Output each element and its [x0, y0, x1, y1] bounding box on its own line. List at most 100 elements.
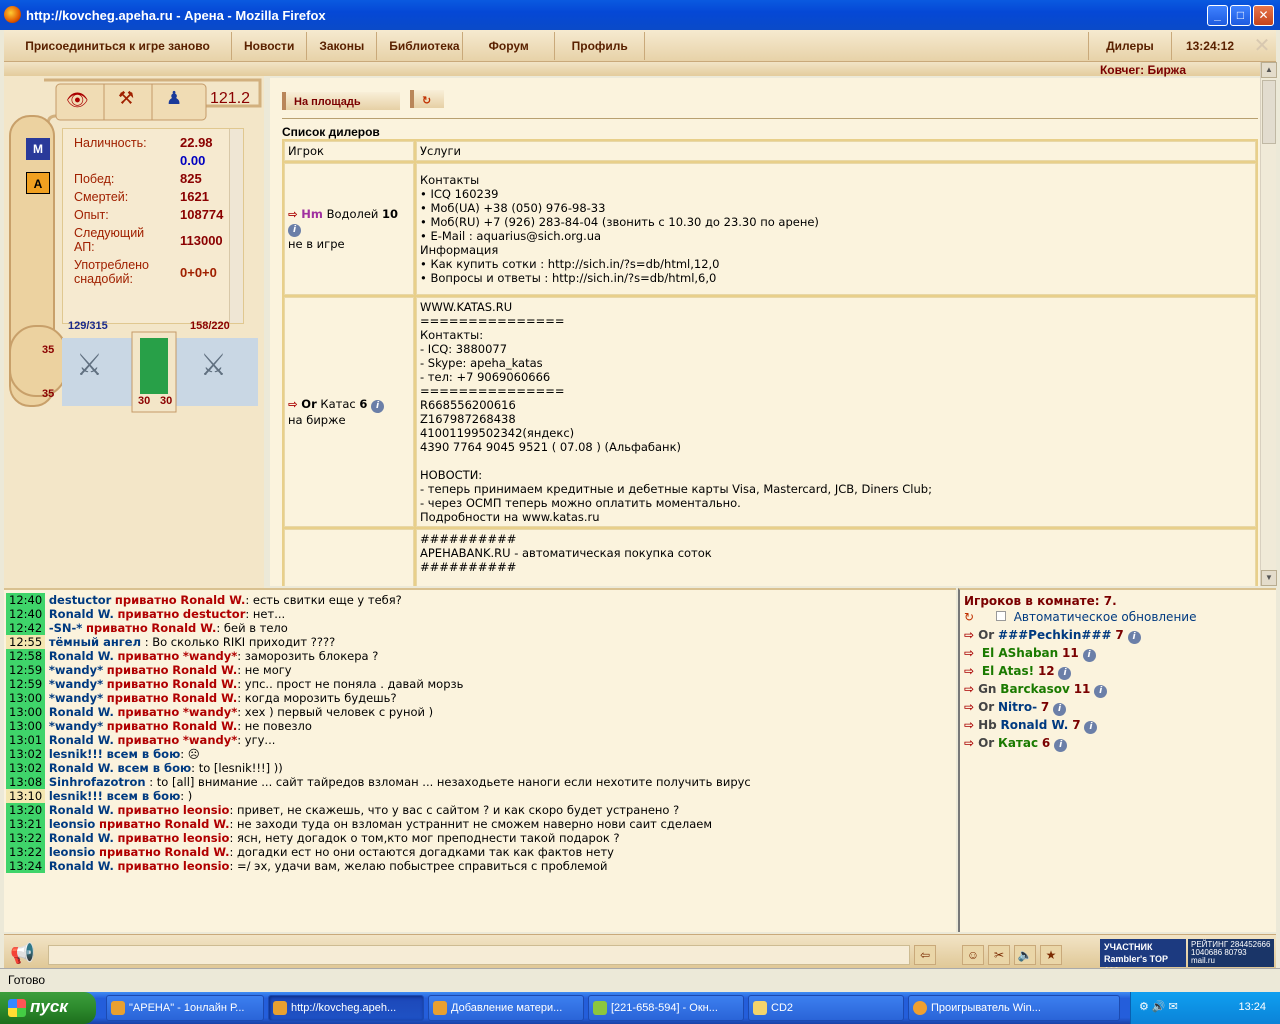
- chat-sender[interactable]: *wandy*: [49, 719, 103, 733]
- chat-sender[interactable]: Ronald W.: [49, 803, 114, 817]
- chat-input[interactable]: [48, 945, 910, 965]
- start-button[interactable]: пуск: [0, 992, 96, 1024]
- arrow-icon[interactable]: ⇨: [964, 628, 974, 642]
- chat-sender[interactable]: -SN-*: [49, 621, 82, 635]
- star-icon[interactable]: ★: [1040, 945, 1062, 965]
- chat-recipient[interactable]: всем в бою: [117, 761, 191, 775]
- task-icq[interactable]: [221-658-594] - Окн...: [588, 995, 744, 1021]
- scroll-up-icon[interactable]: ▲: [1261, 62, 1277, 78]
- task-add-material[interactable]: Добавление матери...: [428, 995, 584, 1021]
- chat-sender[interactable]: *wandy*: [49, 691, 103, 705]
- chat-recipient[interactable]: Ronald W.: [172, 719, 237, 733]
- chat-sender[interactable]: leonsio: [49, 845, 96, 859]
- info-icon[interactable]: i: [1082, 649, 1096, 662]
- rambler-badge[interactable]: УЧАСТНИК Rambler's TOP 100: [1100, 939, 1186, 976]
- chat-sender[interactable]: Ronald W.: [49, 859, 114, 873]
- scroll-thumb[interactable]: [1262, 80, 1276, 144]
- chat-recipient[interactable]: leonsio: [183, 831, 230, 845]
- chat-recipient[interactable]: leonsio: [183, 859, 230, 873]
- chat-recipient[interactable]: *wandy*: [183, 649, 237, 663]
- player-name[interactable]: Катас: [998, 736, 1038, 750]
- menu-laws[interactable]: Законы: [307, 31, 378, 60]
- weapon-right-icon[interactable]: ⚔: [200, 348, 227, 383]
- arrow-icon[interactable]: ⇨: [964, 664, 974, 678]
- player-name[interactable]: Barckasov: [1000, 682, 1070, 696]
- weapon-left-icon[interactable]: ⚔: [76, 348, 103, 383]
- tray-icons[interactable]: ⚙ 🔊 ✉: [1139, 1000, 1178, 1013]
- info-icon[interactable]: i: [1053, 703, 1067, 716]
- maximize-button[interactable]: □: [1230, 5, 1251, 26]
- chat-sender[interactable]: Ronald W.: [49, 649, 114, 663]
- info-icon[interactable]: i: [288, 224, 301, 237]
- send-icon[interactable]: ⇦: [914, 945, 936, 965]
- mailru-badge[interactable]: РЕЙТИНГ 284452666 1040686 80793 mail.ru: [1188, 939, 1274, 967]
- chat-recipient[interactable]: всем в бою: [107, 747, 181, 761]
- chat-recipient[interactable]: leonsio: [183, 803, 230, 817]
- side-icon-a[interactable]: A: [26, 172, 50, 194]
- chat-sender[interactable]: *wandy*: [49, 663, 103, 677]
- side-icon-m[interactable]: M: [26, 138, 50, 160]
- chat-recipient[interactable]: *wandy*: [183, 705, 237, 719]
- menu-library[interactable]: Библиотека: [377, 31, 464, 60]
- close-button[interactable]: ✕: [1253, 5, 1274, 26]
- chat-sender[interactable]: Ronald W.: [49, 761, 114, 775]
- info-icon[interactable]: i: [1084, 721, 1098, 734]
- chat-recipient[interactable]: Ronald W.: [180, 593, 245, 607]
- chat-sender[interactable]: destuctor: [49, 593, 111, 607]
- sound-icon[interactable]: 🔈: [1014, 945, 1036, 965]
- task-media-player[interactable]: Проигрыватель Win...: [908, 995, 1120, 1021]
- megaphone-icon[interactable]: 📢: [10, 941, 35, 966]
- chat-sender[interactable]: тёмный ангел: [49, 635, 141, 649]
- chat-sender[interactable]: Ronald W.: [49, 705, 114, 719]
- minimize-button[interactable]: _: [1207, 5, 1228, 26]
- arrow-icon[interactable]: ⇨: [288, 207, 298, 221]
- chat-recipient[interactable]: Ronald W.: [172, 677, 237, 691]
- to-square-button[interactable]: На площадь: [282, 92, 400, 110]
- chat-recipient[interactable]: всем в бою: [107, 789, 181, 803]
- chat-sender[interactable]: lesnik!!!: [49, 747, 103, 761]
- info-icon[interactable]: i: [1127, 631, 1141, 644]
- chat-recipient[interactable]: Ronald W.: [172, 691, 237, 705]
- arrow-icon[interactable]: ⇨: [964, 646, 974, 660]
- player-name[interactable]: Nitro-: [998, 700, 1037, 714]
- chat-sender[interactable]: Ronald W.: [49, 607, 114, 621]
- chat-recipient[interactable]: Ronald W.: [172, 663, 237, 677]
- refresh-icon[interactable]: ↻: [410, 90, 444, 108]
- chat-recipient[interactable]: *wandy*: [183, 733, 237, 747]
- menu-rejoin[interactable]: Присоединиться к игре заново: [4, 31, 232, 60]
- chat-recipient[interactable]: Ronald W.: [151, 621, 216, 635]
- scissors-icon[interactable]: ✂: [988, 945, 1010, 965]
- auto-update-checkbox[interactable]: [995, 611, 1006, 621]
- info-icon[interactable]: i: [371, 400, 385, 413]
- chat-sender[interactable]: Ronald W.: [49, 831, 114, 845]
- arrow-icon[interactable]: ⇨: [964, 718, 974, 732]
- refresh-icon[interactable]: ↻: [964, 610, 974, 624]
- arrow-icon[interactable]: ⇨: [288, 397, 298, 411]
- character-icon[interactable]: ♟: [166, 88, 182, 109]
- chat-sender[interactable]: leonsio: [49, 817, 96, 831]
- chat-sender[interactable]: Sinhrofazotron: [49, 775, 146, 789]
- menu-forum[interactable]: Форум: [463, 31, 556, 60]
- chat-recipient[interactable]: Ronald W.: [164, 817, 229, 831]
- tools-icon[interactable]: ⚒: [118, 88, 134, 109]
- task-kovcheg[interactable]: http://kovcheg.apeh...: [268, 995, 424, 1021]
- chat-recipient[interactable]: Ronald W.: [164, 845, 229, 859]
- view-icon[interactable]: 👁: [66, 90, 89, 111]
- task-arena[interactable]: "АРЕНА" - 1онлайн Р...: [106, 995, 264, 1021]
- menu-dealers[interactable]: Дилеры: [1087, 31, 1172, 60]
- scroll-down-icon[interactable]: ▼: [1261, 570, 1277, 586]
- arrow-icon[interactable]: ⇨: [964, 700, 974, 714]
- player-name[interactable]: ###Pechkin###: [998, 628, 1112, 642]
- chat-sender[interactable]: *wandy*: [49, 677, 103, 691]
- stats-scrollbar[interactable]: [229, 129, 243, 323]
- chat-recipient[interactable]: destuctor: [183, 607, 245, 621]
- chat-sender[interactable]: lesnik!!!: [49, 789, 103, 803]
- content-scrollbar[interactable]: ▲ ▼: [1260, 62, 1277, 586]
- info-icon[interactable]: i: [1094, 685, 1108, 698]
- chat-sender[interactable]: Ronald W.: [49, 733, 114, 747]
- player-name[interactable]: El AShaban: [982, 646, 1058, 660]
- info-icon[interactable]: i: [1058, 667, 1072, 680]
- task-cd2[interactable]: CD2: [748, 995, 904, 1021]
- menu-profile[interactable]: Профиль: [555, 31, 646, 60]
- dealer-name[interactable]: Водолей: [327, 207, 379, 221]
